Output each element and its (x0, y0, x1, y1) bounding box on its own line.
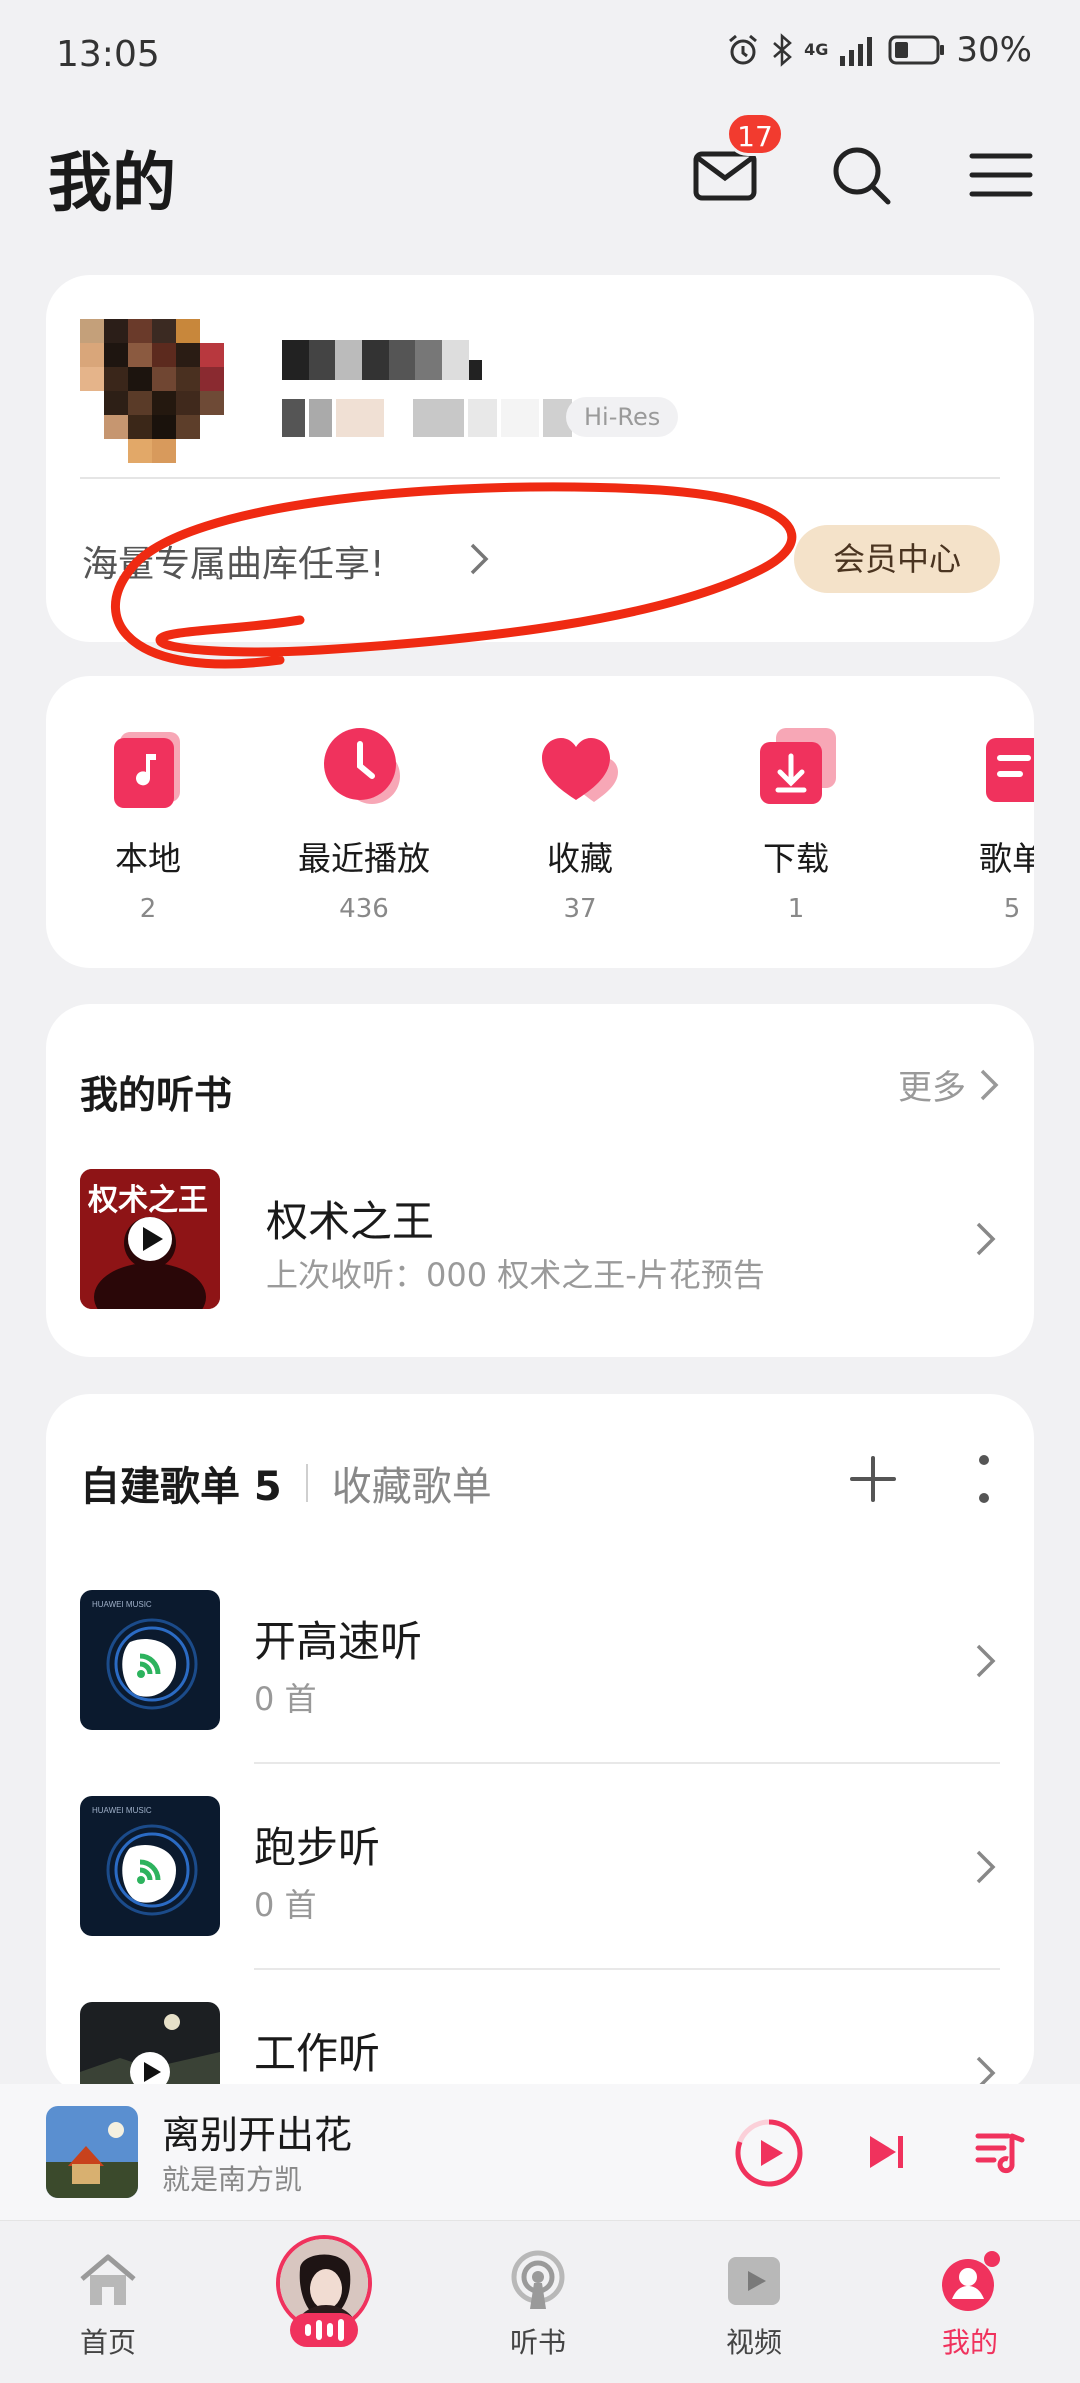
tab-label: 听书 (509, 2326, 566, 2359)
divider (305, 1464, 308, 1502)
chevron-right-icon[interactable] (464, 539, 494, 579)
quick-action-playlists[interactable]: 歌单 5 (912, 724, 1034, 924)
divider (80, 477, 1000, 479)
signal-icon (840, 37, 873, 66)
quick-action-count: 436 (339, 894, 389, 924)
playlists-card: 自建歌单 5 收藏歌单 HUAWEI MUSIC 开高速听 0 首 HUAWEI… (46, 1394, 1034, 2094)
playlist-cover (80, 2002, 220, 2094)
audiobooks-card: 我的听书 更多 权术之王 权术之王 上次收听：000 权术之王-片花预告 (46, 1004, 1034, 1357)
quick-action-label: 本地 (115, 839, 181, 878)
book-cover-text: 权术之王 (88, 1183, 208, 1218)
tab-audiobooks[interactable]: 听书 (468, 2249, 608, 2361)
tab-video[interactable]: 视频 (684, 2249, 824, 2361)
podcast-icon (506, 2249, 570, 2313)
header: 我的 17 (0, 112, 1080, 230)
playlist-cover: HUAWEI MUSIC (80, 1796, 220, 1936)
playlist-name: 工作听 (254, 2029, 381, 2078)
tab-created-playlists[interactable]: 自建歌单 5 (80, 1454, 282, 1512)
vip-promo-text[interactable]: 海量专属曲库任享! (82, 535, 384, 587)
home-icon (76, 2249, 140, 2313)
download-icon (752, 724, 840, 812)
tab-profile[interactable]: 我的 (900, 2249, 1040, 2361)
divider (254, 1968, 1000, 1970)
playlist-cover-brand: HUAWEI MUSIC (92, 1600, 152, 1609)
page-title: 我的 (48, 147, 176, 221)
more-vertical-icon[interactable] (972, 1450, 996, 1508)
quick-action-count: 1 (787, 894, 805, 924)
divider (254, 1762, 1000, 1764)
status-bar: 13:05 4G 30% (0, 0, 1080, 110)
alarm-icon (729, 34, 758, 65)
playlist-cover-brand: HUAWEI MUSIC (92, 1806, 152, 1815)
playlist-tabs: 自建歌单 5 收藏歌单 (80, 1454, 492, 1512)
now-playing-title: 离别开出花 (162, 2113, 353, 2157)
book-title[interactable]: 权术之王 (266, 1188, 434, 1249)
quick-action-favorites[interactable]: 收藏 37 (480, 724, 680, 924)
mail-badge: 17 (726, 112, 784, 156)
hires-tag: Hi-Res (566, 397, 679, 437)
add-icon[interactable] (846, 1452, 900, 1506)
playlist-count: 0 首 (254, 1680, 317, 1718)
playlist-row[interactable]: 工作听 (46, 2002, 1034, 2094)
network-type: 4G (804, 40, 829, 59)
book-cover[interactable]: 权术之王 (80, 1169, 220, 1309)
chevron-right-icon (980, 1069, 999, 1100)
quick-action-count: 5 (1003, 894, 1021, 924)
quick-action-label: 最近播放 (298, 839, 430, 878)
more-link[interactable]: 更多 (898, 1060, 1000, 1109)
chevron-right-icon (972, 1846, 1000, 1888)
chevron-right-icon[interactable] (972, 1218, 1000, 1260)
tab-home[interactable]: 首页 (38, 2249, 178, 2361)
playlist-name: 跑步听 (254, 1823, 381, 1872)
quick-action-label: 收藏 (547, 839, 613, 878)
bottom-tab-bar: 首页 听书 视频 我的 (0, 2220, 1080, 2383)
bluetooth-icon (773, 33, 793, 67)
quick-action-recent[interactable]: 最近播放 436 (264, 724, 464, 924)
playlist-cover: HUAWEI MUSIC (80, 1590, 220, 1730)
now-playing-bar[interactable]: 离别开出花 就是南方凯 (0, 2084, 1080, 2220)
status-time: 13:05 (56, 34, 160, 75)
vip-center-button[interactable]: 会员中心 (794, 525, 1000, 593)
username-redacted (282, 340, 483, 380)
profile-card[interactable]: Hi-Res 海量专属曲库任享! 会员中心 (46, 275, 1034, 642)
tab-label: 视频 (725, 2326, 782, 2359)
battery-icon (888, 35, 945, 65)
more-label: 更多 (898, 1068, 966, 1108)
heart-icon (536, 724, 624, 812)
book-last-played: 上次收听：000 权术之王-片花预告 (266, 1256, 765, 1294)
profile-icon (938, 2249, 1002, 2313)
quick-actions-card: 本地 2 最近播放 436 收藏 37 下载 1 歌单 5 (46, 676, 1034, 968)
tab-label: 首页 (79, 2326, 136, 2359)
queue-icon[interactable] (974, 2126, 1026, 2178)
playlist-count: 0 首 (254, 1886, 317, 1924)
avatar[interactable] (80, 319, 224, 463)
music-note-icon (104, 724, 192, 812)
next-track-button[interactable] (862, 2128, 910, 2176)
quick-action-count: 37 (563, 894, 597, 924)
playing-indicator (290, 2313, 358, 2347)
quick-action-local[interactable]: 本地 2 (48, 724, 248, 924)
video-icon (722, 2249, 786, 2313)
quick-action-label: 下载 (763, 839, 829, 878)
status-indicators: 4G 30% (726, 30, 1032, 70)
now-playing-cover[interactable] (46, 2106, 138, 2198)
playlist-row[interactable]: HUAWEI MUSIC 开高速听 0 首 (46, 1590, 1034, 1796)
playlist-name: 开高速听 (254, 1617, 423, 1666)
quick-action-label: 歌单 (979, 839, 1034, 878)
battery-percent: 30% (956, 30, 1032, 70)
section-title: 我的听书 (80, 1073, 233, 1117)
tab-label: 我的 (941, 2326, 998, 2359)
clock-icon (320, 724, 408, 812)
quick-action-download[interactable]: 下载 1 (696, 724, 896, 924)
now-playing-artist: 就是南方凯 (162, 2163, 303, 2196)
play-button[interactable] (734, 2118, 804, 2188)
playlist-icon (968, 724, 1034, 812)
user-info-redacted (282, 399, 573, 437)
tab-saved-playlists[interactable]: 收藏歌单 (332, 1454, 492, 1512)
menu-icon[interactable] (966, 140, 1036, 210)
quick-action-count: 2 (139, 894, 157, 924)
playlist-row[interactable]: HUAWEI MUSIC 跑步听 0 首 (46, 1796, 1034, 2002)
chevron-right-icon (972, 1640, 1000, 1682)
search-icon[interactable] (826, 140, 896, 210)
